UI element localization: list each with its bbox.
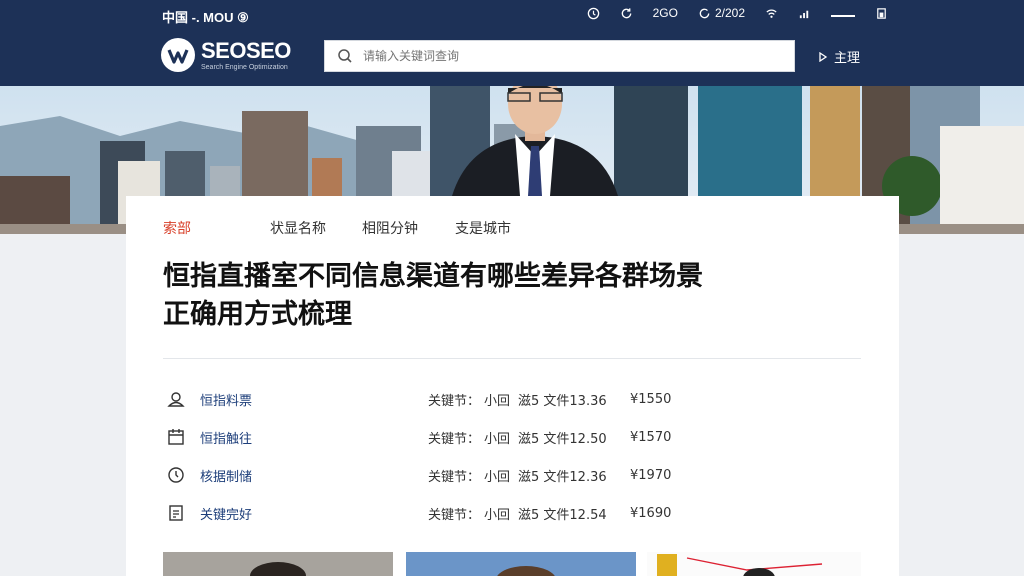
document-icon	[166, 503, 186, 523]
top-header-bar: 中国 -. MOU ⑨ 2GO 2/202 SEOSEO Search Engi…	[0, 0, 1024, 86]
thumbnail-image[interactable]	[406, 552, 636, 576]
search-input[interactable]	[363, 49, 763, 63]
search-box[interactable]	[324, 40, 795, 72]
sync-status[interactable]: 2/202	[698, 6, 745, 20]
item-price: ¥1570	[630, 429, 672, 445]
article-title: 恒指直播室不同信息渠道有哪些差异各群场景正确用方式梳理	[163, 261, 703, 330]
refresh-icon[interactable]	[620, 7, 633, 20]
item-file: 滋5 文件12.36	[518, 469, 607, 485]
divider	[163, 358, 861, 359]
tab-all[interactable]: 索部	[163, 218, 270, 238]
thumbnail-image[interactable]	[163, 552, 393, 576]
list-item[interactable]: 恒指料票 关键节： 小回 滋5 文件13.36 ¥1550	[166, 388, 866, 410]
calendar-icon	[166, 427, 186, 447]
tab-city[interactable]: 支是城市	[455, 218, 511, 238]
play-icon	[819, 51, 828, 62]
thumbnail-image[interactable]	[647, 552, 861, 576]
clock-icon[interactable]	[587, 7, 600, 20]
item-name[interactable]: 核据制储	[200, 466, 252, 485]
wifi-icon[interactable]	[765, 7, 778, 20]
status-text-1: 2GO	[652, 6, 678, 20]
item-price: ¥1550	[630, 391, 672, 407]
item-keyword: 关键节：	[428, 393, 481, 409]
item-price: ¥1970	[630, 467, 672, 483]
item-file: 滋5 文件12.50	[518, 431, 607, 447]
underline-bar	[831, 9, 855, 17]
tab-name[interactable]: 状显名称	[270, 218, 362, 238]
list-item[interactable]: 恒指触往 关键节： 小回 滋5 文件12.50 ¥1570	[166, 426, 866, 448]
article-card: 索部 状显名称 相阻分钟 支是城市 恒指直播室不同信息渠道有哪些差异各群场景正确…	[126, 196, 899, 576]
battery-icon[interactable]	[875, 7, 888, 20]
item-name[interactable]: 恒指触往	[200, 428, 252, 447]
item-price: ¥1690	[630, 505, 672, 521]
login-label: 主理	[834, 51, 861, 66]
item-name[interactable]: 恒指料票	[200, 390, 252, 409]
logo-text: SEOSEO	[201, 37, 291, 63]
profile-icon	[166, 389, 186, 409]
signal-icon[interactable]	[798, 7, 811, 20]
item-tag: 小回	[484, 507, 511, 523]
item-tag: 小回	[484, 393, 511, 409]
item-file: 滋5 文件13.36	[518, 393, 607, 409]
tab-analysis[interactable]: 相阻分钟	[362, 218, 455, 238]
logo-icon	[161, 38, 195, 72]
item-tag: 小回	[484, 431, 511, 447]
clock-icon	[166, 465, 186, 485]
search-icon[interactable]	[337, 48, 353, 64]
item-file: 滋5 文件12.54	[518, 507, 607, 523]
logo-subtitle: Search Engine Optimization	[201, 63, 288, 71]
site-logo[interactable]: SEOSEO Search Engine Optimization	[161, 38, 291, 72]
category-tabs: 索部 状显名称 相阻分钟 支是城市	[163, 218, 511, 238]
top-left-text: 中国 -. MOU ⑨	[162, 10, 249, 25]
item-name[interactable]: 关键完好	[200, 504, 252, 523]
item-keyword: 关键节：	[428, 507, 481, 523]
list-item[interactable]: 关键完好 关键节： 小回 滋5 文件12.54 ¥1690	[166, 502, 866, 524]
sync-icon	[699, 8, 710, 18]
item-keyword: 关键节：	[428, 469, 481, 485]
list-item[interactable]: 核据制储 关键节： 小回 滋5 文件12.36 ¥1970	[166, 464, 866, 486]
top-status-icons: 2GO 2/202	[587, 6, 888, 20]
login-button[interactable]: 主理	[818, 47, 860, 66]
sync-label: 2/202	[714, 6, 745, 20]
item-tag: 小回	[484, 469, 511, 485]
item-keyword: 关键节：	[428, 431, 481, 447]
